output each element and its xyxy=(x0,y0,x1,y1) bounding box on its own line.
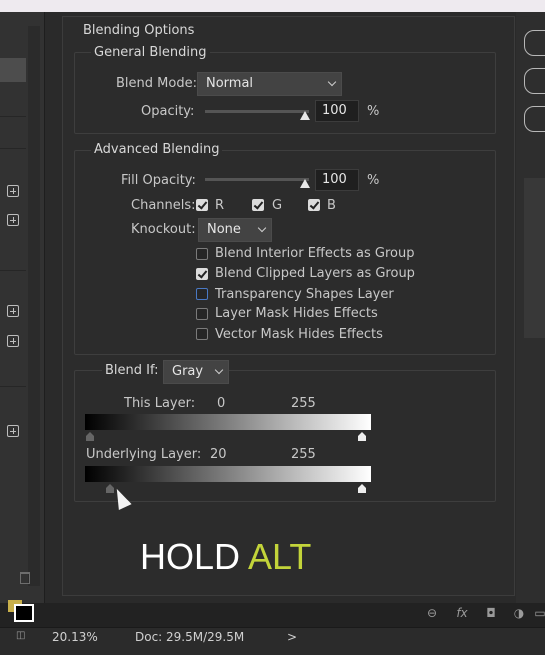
adjustment-icon[interactable]: ◑ xyxy=(512,606,526,620)
ok-button[interactable] xyxy=(524,30,545,56)
hold-alt-caption: HOLD ALT xyxy=(140,536,311,578)
underlying-high-value: 255 xyxy=(291,447,316,462)
fill-opacity-label: Fill Opacity: xyxy=(121,173,196,188)
blend-clipped-layers-label: Blend Clipped Layers as Group xyxy=(215,266,415,281)
this-layer-low-value: 0 xyxy=(217,396,226,411)
blend-if-value: Gray xyxy=(172,364,204,379)
link-icon[interactable]: ⊖ xyxy=(425,606,439,620)
style-divider xyxy=(0,148,26,149)
blend-if-dropdown[interactable]: Gray xyxy=(163,360,229,384)
chevron-down-icon xyxy=(214,365,224,375)
opacity-unit: % xyxy=(367,104,380,119)
channel-b-checkbox[interactable] xyxy=(308,199,320,211)
status-arrow[interactable]: > xyxy=(287,630,297,644)
style-preview xyxy=(524,178,545,338)
caption-hold: HOLD xyxy=(140,536,241,577)
blend-mode-dropdown[interactable]: Normal xyxy=(197,72,342,96)
vector-mask-hides-checkbox[interactable] xyxy=(196,328,208,340)
opacity-slider[interactable] xyxy=(205,110,309,113)
blend-mode-label: Blend Mode: xyxy=(116,76,197,91)
add-style-plus-icon[interactable] xyxy=(7,335,19,347)
doc-size: Doc: 29.5M/29.5M xyxy=(135,630,245,644)
fill-opacity-unit: % xyxy=(367,173,380,188)
zoom-level[interactable]: 20.13% xyxy=(52,630,98,644)
fill-opacity-slider[interactable] xyxy=(205,178,309,181)
opacity-input[interactable]: 100 xyxy=(315,100,359,122)
style-divider xyxy=(0,270,26,271)
opacity-slider-thumb[interactable] xyxy=(300,111,310,120)
quick-mask-icon[interactable]: ◫ xyxy=(16,630,25,641)
mask-icon[interactable]: ◘ xyxy=(484,606,498,620)
knockout-dropdown[interactable]: None xyxy=(198,218,272,242)
layer-mask-hides-checkbox[interactable] xyxy=(196,308,208,320)
layer-mask-hides-label: Layer Mask Hides Effects xyxy=(215,306,378,321)
new-style-button[interactable] xyxy=(524,106,545,132)
blend-if-label: Blend If: xyxy=(102,363,165,378)
underlying-layer-gradient xyxy=(85,466,371,482)
trash-icon[interactable] xyxy=(20,572,30,584)
underlying-white-stop[interactable] xyxy=(358,484,366,493)
blend-interior-effects-label: Blend Interior Effects as Group xyxy=(215,246,415,261)
add-style-plus-icon[interactable] xyxy=(7,214,19,226)
channels-label: Channels: xyxy=(131,198,196,213)
knockout-value: None xyxy=(207,222,241,237)
blending-options-title: Blending Options xyxy=(80,23,198,38)
vector-mask-hides-label: Vector Mask Hides Effects xyxy=(215,327,383,342)
dialog-buttons-column xyxy=(516,12,545,612)
fill-opacity-slider-thumb[interactable] xyxy=(300,179,310,188)
blend-mode-value: Normal xyxy=(206,76,254,91)
knockout-label: Knockout: xyxy=(131,222,196,237)
channel-b-label: B xyxy=(327,198,336,213)
this-layer-white-stop[interactable] xyxy=(358,432,366,441)
general-blending-title: General Blending xyxy=(91,45,210,60)
underlying-layer-label: Underlying Layer: xyxy=(86,447,202,462)
add-style-plus-icon[interactable] xyxy=(7,305,19,317)
folder-icon[interactable]: ▭ xyxy=(533,606,545,620)
channel-r-label: R xyxy=(215,198,225,213)
transparency-shapes-checkbox[interactable] xyxy=(196,288,208,300)
advanced-blending-title: Advanced Blending xyxy=(91,142,223,157)
blend-clipped-layers-checkbox[interactable] xyxy=(196,268,208,280)
cancel-button[interactable] xyxy=(524,68,545,94)
channel-g-label: G xyxy=(272,198,283,213)
fill-opacity-input[interactable]: 100 xyxy=(315,169,359,191)
add-style-plus-icon[interactable] xyxy=(7,425,19,437)
opacity-label: Opacity: xyxy=(141,104,195,119)
transparency-shapes-label: Transparency Shapes Layer xyxy=(215,287,394,302)
underlying-low-value: 20 xyxy=(210,447,227,462)
blend-if-group xyxy=(74,370,496,502)
channel-g-checkbox[interactable] xyxy=(252,199,264,211)
window-top-strip xyxy=(0,0,545,12)
this-layer-high-value: 255 xyxy=(291,396,316,411)
style-divider xyxy=(0,116,26,117)
style-item-selected[interactable] xyxy=(0,58,26,82)
chevron-down-icon xyxy=(257,223,267,233)
foreground-color-swatch[interactable] xyxy=(14,604,34,622)
channel-r-checkbox[interactable] xyxy=(196,199,208,211)
fx-icon[interactable]: fx xyxy=(455,606,469,620)
caption-alt: ALT xyxy=(248,536,312,577)
style-divider xyxy=(0,386,26,387)
add-style-plus-icon[interactable] xyxy=(7,185,19,197)
chevron-down-icon xyxy=(327,77,337,87)
blend-interior-effects-checkbox[interactable] xyxy=(196,248,208,260)
style-list-scrollbar[interactable] xyxy=(28,26,40,586)
this-layer-black-stop[interactable] xyxy=(86,432,94,441)
this-layer-label: This Layer: xyxy=(124,396,196,411)
this-layer-gradient xyxy=(85,414,371,430)
